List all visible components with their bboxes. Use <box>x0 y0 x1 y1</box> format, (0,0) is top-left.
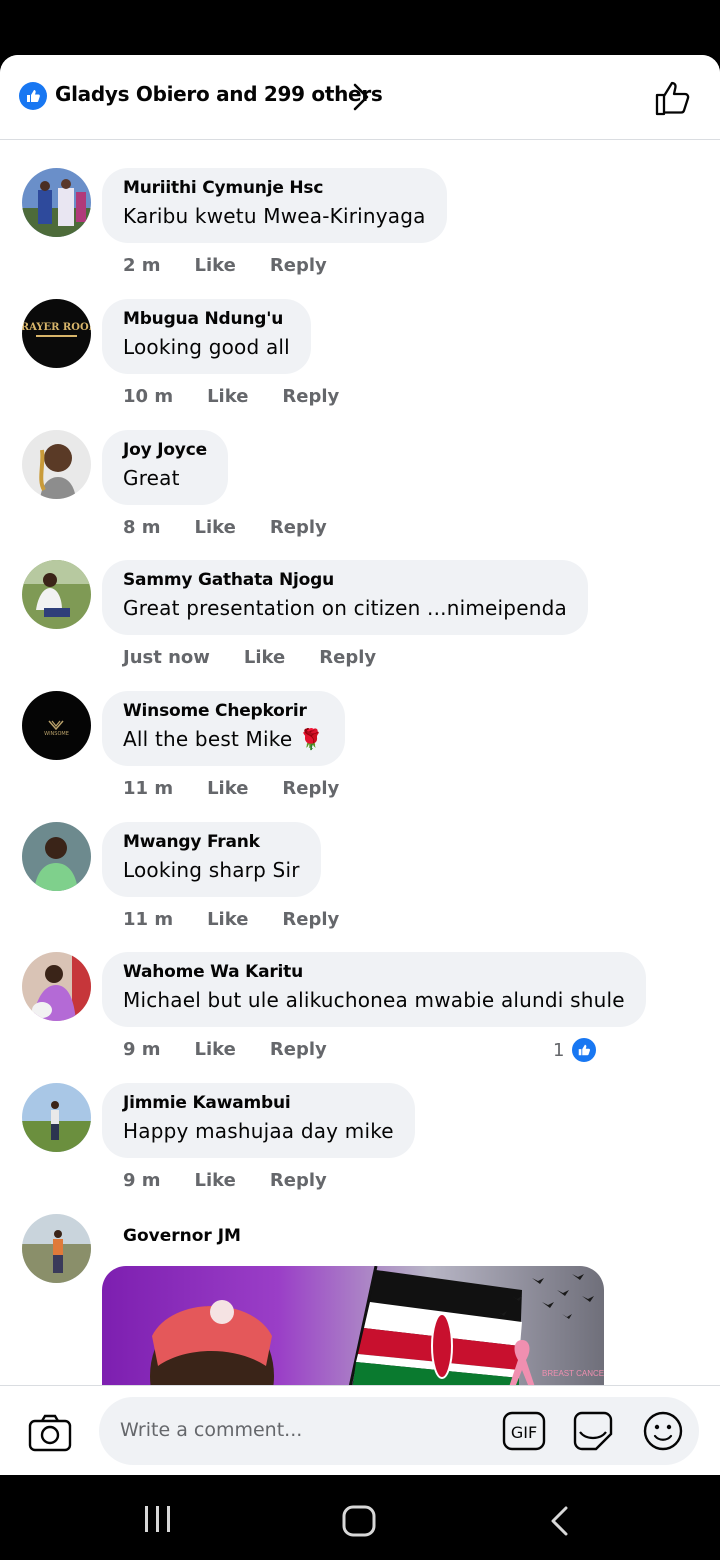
comment-author[interactable]: Jimmie Kawambui <box>123 1093 394 1113</box>
comment-meta: 10 m Like Reply <box>123 386 373 407</box>
recent-apps-icon[interactable] <box>143 1504 173 1538</box>
comment-meta: 2 m Like Reply <box>123 255 361 276</box>
comment-composer: Write a comment... GIF <box>0 1385 720 1475</box>
comment-author[interactable]: Governor JM <box>123 1226 241 1246</box>
like-link[interactable]: Like <box>244 647 285 668</box>
winsome-logo-text: WINSOME <box>44 731 69 737</box>
comment-text: Happy mashujaa day mike <box>123 1119 394 1143</box>
reactions-header[interactable]: Gladys Obiero and 299 others <box>0 55 720 140</box>
emoji-icon[interactable] <box>642 1410 684 1456</box>
reply-link[interactable]: Reply <box>282 909 339 930</box>
avatar[interactable]: WINSOME <box>22 691 91 760</box>
chevron-right-icon[interactable] <box>350 82 372 116</box>
comment-text: Karibu kwetu Mwea-Kirinyaga <box>123 204 426 228</box>
comment-meta: 9 m Like Reply <box>123 1170 361 1191</box>
comment-text: All the best Mike 🌹 <box>123 727 324 751</box>
comment-meta: 11 m Like Reply <box>123 909 373 930</box>
avatar[interactable] <box>22 822 91 891</box>
comment-bubble[interactable]: Wahome Wa Karitu Michael but ule alikuch… <box>102 952 646 1027</box>
comment-author[interactable]: Mbugua Ndung'u <box>123 309 290 329</box>
reply-link[interactable]: Reply <box>282 778 339 799</box>
back-icon[interactable] <box>549 1505 571 1541</box>
reply-link[interactable]: Reply <box>270 1170 327 1191</box>
comment-text: Michael but ule alikuchonea mwabie alund… <box>123 988 625 1012</box>
ribbon-caption: BREAST CANCER <box>542 1369 604 1378</box>
comment-text: Looking sharp Sir <box>123 858 300 882</box>
comment-image[interactable]: BREAST CANCER <box>102 1266 604 1385</box>
like-post-icon[interactable] <box>654 79 692 121</box>
comment-meta: Just now Like Reply <box>123 647 410 668</box>
comment-reactions[interactable]: 1 <box>553 1036 599 1064</box>
comment-author[interactable]: Sammy Gathata Njogu <box>123 570 567 590</box>
comment-author[interactable]: Muriithi Cymunje Hsc <box>123 178 426 198</box>
reactors-summary[interactable]: Gladys Obiero and 299 others <box>55 82 383 106</box>
comment-meta: 9 m Like Reply <box>123 1039 361 1060</box>
comment-bubble[interactable]: Winsome Chepkorir All the best Mike 🌹 <box>102 691 345 766</box>
reply-link[interactable]: Reply <box>282 386 339 407</box>
comment-author[interactable]: Winsome Chepkorir <box>123 701 324 721</box>
comment-text: Great presentation on citizen ...nimeipe… <box>123 596 567 620</box>
reply-link[interactable]: Reply <box>270 255 327 276</box>
gif-label: GIF <box>511 1423 537 1442</box>
comment-time: 10 m <box>123 386 174 407</box>
comment-time: 2 m <box>123 255 161 276</box>
camera-icon[interactable] <box>28 1413 72 1457</box>
comment-time: 9 m <box>123 1039 161 1060</box>
gif-icon[interactable]: GIF <box>502 1410 546 1456</box>
comment-time: Just now <box>123 647 210 668</box>
reaction-count: 1 <box>553 1039 565 1061</box>
prayer-room-logo-text: PRAYER ROOM <box>22 322 91 333</box>
comment-bubble[interactable]: Jimmie Kawambui Happy mashujaa day mike <box>102 1083 415 1158</box>
comment-author[interactable]: Joy Joyce <box>123 440 207 460</box>
comment-meta: 8 m Like Reply <box>123 517 361 538</box>
like-link[interactable]: Like <box>207 909 248 930</box>
comment-author[interactable]: Mwangy Frank <box>123 832 300 852</box>
avatar[interactable] <box>22 430 91 499</box>
clipped-meta-row: — — —— <box>124 140 295 148</box>
avatar[interactable]: PRAYER ROOM <box>22 299 91 368</box>
comment-bubble[interactable]: Joy Joyce Great <box>102 430 228 505</box>
status-bar <box>0 0 720 55</box>
comment-time: 9 m <box>123 1170 161 1191</box>
sticker-icon[interactable] <box>571 1410 615 1456</box>
comments-sheet: Gladys Obiero and 299 others — — —— <box>0 55 720 1475</box>
like-link[interactable]: Like <box>207 778 248 799</box>
comment-meta: 11 m Like Reply <box>123 778 373 799</box>
like-link[interactable]: Like <box>195 1039 236 1060</box>
reply-link[interactable]: Reply <box>270 517 327 538</box>
comment-bubble[interactable]: Mwangy Frank Looking sharp Sir <box>102 822 321 897</box>
like-link[interactable]: Like <box>195 517 236 538</box>
comment-author[interactable]: Wahome Wa Karitu <box>123 962 625 982</box>
reply-link[interactable]: Reply <box>270 1039 327 1060</box>
avatar[interactable] <box>22 560 91 629</box>
comment-list: — — —— Muriithi Cymunje Hsc Karibu kwetu <box>0 140 720 1385</box>
like-link[interactable]: Like <box>207 386 248 407</box>
avatar[interactable] <box>22 1083 91 1152</box>
comment-input[interactable]: Write a comment... GIF <box>99 1397 699 1465</box>
like-reaction-icon <box>19 82 47 110</box>
comment-time: 11 m <box>123 909 174 930</box>
comment-bubble[interactable]: Sammy Gathata Njogu Great presentation o… <box>102 560 588 635</box>
comment-input-placeholder[interactable]: Write a comment... <box>120 1419 302 1441</box>
comment-bubble[interactable]: Mbugua Ndung'u Looking good all <box>102 299 311 374</box>
comment-text: Great <box>123 466 180 490</box>
like-link[interactable]: Like <box>195 255 236 276</box>
comment-time: 11 m <box>123 778 174 799</box>
avatar[interactable] <box>22 952 91 1021</box>
like-link[interactable]: Like <box>195 1170 236 1191</box>
comment-bubble[interactable]: Muriithi Cymunje Hsc Karibu kwetu Mwea-K… <box>102 168 447 243</box>
avatar[interactable] <box>22 1214 91 1283</box>
like-reaction-icon <box>570 1036 599 1064</box>
avatar[interactable] <box>22 168 91 237</box>
system-navigation-bar <box>0 1475 720 1560</box>
comment-text: Looking good all <box>123 335 290 359</box>
comment-time: 8 m <box>123 517 161 538</box>
reply-link[interactable]: Reply <box>319 647 376 668</box>
home-icon[interactable] <box>342 1505 376 1541</box>
